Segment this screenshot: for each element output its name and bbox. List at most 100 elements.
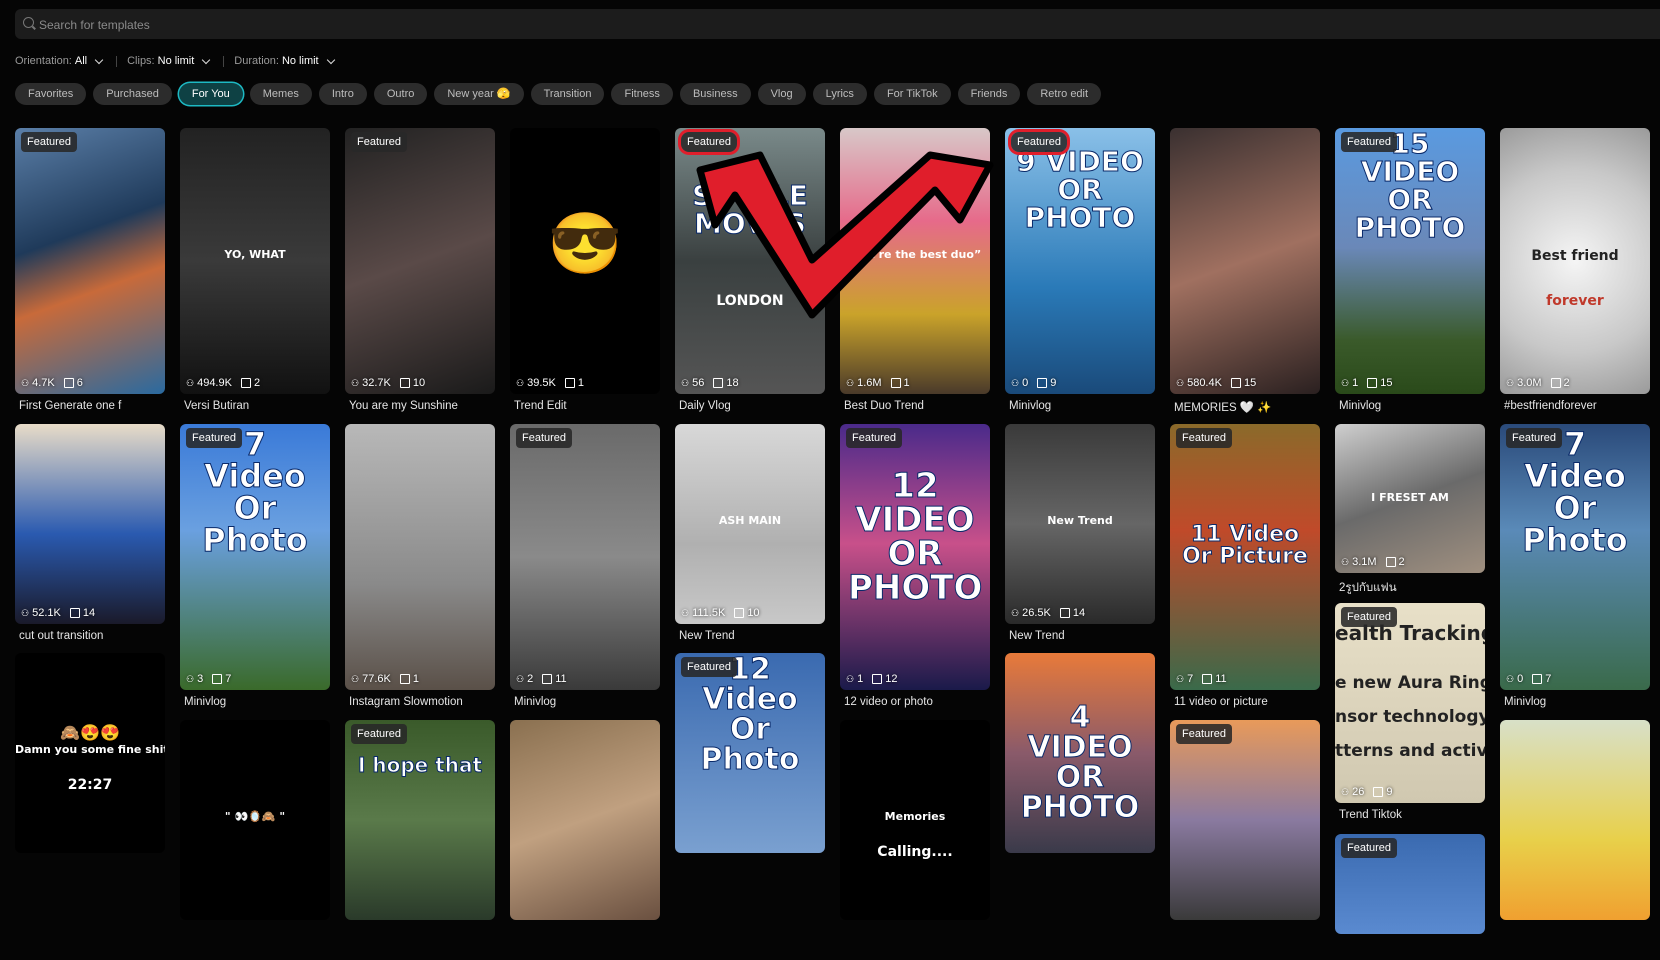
usage-count: 52.1K [32,607,61,619]
template-card[interactable]: Featured ⚇ 2 11 Minivlog [510,424,660,716]
emoji-graphic: 😎 [547,210,623,277]
chip-lyrics[interactable]: Lyrics [812,83,867,105]
usage-stats: ⚇ 4.7K 6 [21,377,83,389]
chip-memes[interactable]: Memes [249,83,312,105]
template-card[interactable]: " 👀🪞🙈 " [180,720,330,946]
usage-count: 1 [1352,377,1359,389]
template-title: Minivlog [1504,696,1547,708]
clips-filter[interactable]: Clips: No limit [127,55,213,67]
duration-filter[interactable]: Duration: No limit [234,55,337,67]
clips-icon [1230,378,1241,388]
template-card[interactable]: 12 Video Or Photo Featured [675,653,825,879]
usage-stats: ⚇ 111.5K 10 [681,607,760,619]
clip-count: 1 [577,377,584,389]
template-title: Best Duo Trend [844,400,924,412]
chip-favorites[interactable]: Favorites [15,83,87,105]
usage-stats: ⚇ 56 18 [681,377,739,389]
clip-count: 11 [555,673,567,685]
users-icon: ⚇ [1506,377,1515,388]
template-thumbnail [1500,720,1650,920]
template-thumbnail: Featured [1335,834,1485,934]
template-thumbnail: ⚇ 77.6K 1 [345,424,495,690]
filter-value: No limit [281,55,319,67]
chip-for-tiktok[interactable]: For TikTok [873,83,951,105]
template-card[interactable] [1500,720,1650,946]
filter-value: All [74,55,88,67]
template-card[interactable]: 9 VIDEO OR PHOTO Featured ⚇ 0 9 Minivlog [1005,128,1155,420]
usage-stats: ⚇ 32.7K 10 [351,377,425,389]
template-title: 12 video or photo [844,696,933,708]
thumbnail-caption: Memories [884,810,946,823]
clip-count: 9 [1386,786,1393,798]
template-card[interactable]: Featured [1170,720,1320,946]
template-thumbnail: Best friend forever ⚇ 3.0M 2 [1500,128,1650,394]
template-card[interactable]: ⚇ 52.1K 14 cut out transition [15,424,165,650]
chip-new-year[interactable]: New year 🫣 [434,83,524,105]
thumbnail-caption: I hope that [357,753,483,777]
template-card[interactable]: I'M 😎 ⚇ 39.5K 1 Trend Edit [510,128,660,420]
template-title: Instagram Slowmotion [349,696,463,708]
chip-fitness[interactable]: Fitness [611,83,673,105]
divider [116,55,118,67]
chip-vlog[interactable]: Vlog [757,83,806,105]
clip-count: 11 [1215,673,1227,685]
clip-count: 7 [225,673,232,685]
template-card[interactable]: Best friend forever ⚇ 3.0M 2 #bestfriendforev… [1500,128,1650,420]
thumbnail-caption: 9 VIDEO OR PHOTO [1016,145,1145,234]
usage-count: 32.7K [362,377,391,389]
template-card[interactable]: 7 Video Or Photo Featured ⚇ 3 7 Minivlog [180,424,330,716]
filter-label: Clips: [127,55,155,67]
featured-badge: Featured [351,724,408,744]
template-card[interactable]: Featured ⚇ 32.7K 10 You are my Sunshine [345,128,495,420]
usage-stats: ⚇ 1.6M 1 [846,377,910,389]
template-card[interactable]: Featured ⚇ 4.7K 6 First Generate one f [15,128,165,420]
template-card[interactable]: ASH MAIN ⚇ 111.5K 10 New Trend [675,424,825,650]
users-icon: ⚇ [846,673,855,684]
template-thumbnail: ⚇ 52.1K 14 [15,424,165,624]
template-card[interactable]: 4 VIDEO OR PHOTO [1005,653,1155,879]
chip-intro[interactable]: Intro [318,83,367,105]
template-thumbnail: Featured [1170,720,1320,920]
template-card[interactable]: 7 Video Or Photo Featured ⚇ 0 7 Minivlog [1500,424,1650,716]
usage-count: 494.9K [197,377,232,389]
chip-retro-edit[interactable]: Retro edit [1027,83,1102,105]
template-card[interactable]: Memories Calling.... [840,720,990,946]
usage-stats: ⚇ 26.5K 14 [1011,607,1085,619]
template-card[interactable]: ⚇ 580.4K 15 MEMORIES 🤍 ✨ [1170,128,1320,420]
filter-bar: Orientation: All Clips: No limit Duration:… [15,55,338,67]
template-card[interactable]: New Trend ⚇ 26.5K 14 New Trend [1005,424,1155,650]
template-card[interactable]: 12 VIDEO OR PHOTO Featured ⚇ 1 12 12 video or… [840,424,990,716]
usage-count: 580.4K [1187,377,1222,389]
chip-for-you[interactable]: For You [178,83,243,105]
template-title: You are my Sunshine [349,400,458,412]
template-card[interactable]: Featured [1335,834,1485,960]
template-card[interactable] [510,720,660,946]
clip-count: 15 [1243,377,1257,389]
chip-purchased[interactable]: Purchased [93,83,172,105]
chip-business[interactable]: Business [679,83,751,105]
users-icon: ⚇ [1176,673,1185,684]
clips-icon [1373,787,1384,797]
template-thumbnail: Featured ⚇ 32.7K 10 [345,128,495,394]
chip-friends[interactable]: Friends [957,83,1021,105]
template-title: Daily Vlog [679,400,731,412]
template-card[interactable]: 15 VIDEO OR PHOTO Featured ⚇ 1 15 Minivlog [1335,128,1485,420]
users-icon: ⚇ [1011,377,1020,388]
template-card[interactable]: 11 Video Or Picture Featured ⚇ 7 11 11 video … [1170,424,1320,716]
usage-count: 26.5K [1022,607,1051,619]
users-icon: ⚇ [351,673,360,684]
users-icon: ⚇ [1506,673,1515,684]
template-card[interactable]: ⚇ 77.6K 1 Instagram Slowmotion [345,424,495,716]
template-card[interactable]: YO, WHAT ⚇ 494.9K 2 Versi Butiran [180,128,330,420]
template-card[interactable]: Damn you some fine shit❤️ 22:27 🙈😍😍 [15,653,165,879]
chip-outro[interactable]: Outro [373,83,428,105]
search-bar[interactable] [15,9,1660,41]
usage-stats: ⚇ 26 9 [1341,786,1392,798]
chip-transition[interactable]: Transition [530,83,605,105]
clip-count: 14 [82,607,96,619]
template-card[interactable]: ealth Tracking e new Aura Ring nsor techno… [1335,603,1485,829]
search-input[interactable] [37,9,941,41]
template-card[interactable]: I FRESET AM ⚇ 3.1M 2 2รูปกับแฟน [1335,424,1485,599]
template-card[interactable]: I hope that Featured [345,720,495,946]
orientation-filter[interactable]: Orientation: All [15,55,106,67]
